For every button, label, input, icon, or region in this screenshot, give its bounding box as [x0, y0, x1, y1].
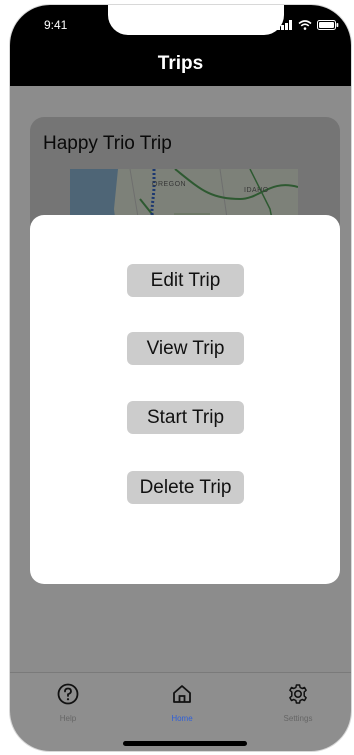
- tab-home[interactable]: Home: [152, 683, 212, 723]
- home-icon: [152, 683, 212, 710]
- start-trip-button[interactable]: Start Trip: [127, 401, 244, 434]
- tab-label-help: Help: [59, 714, 77, 723]
- page-title: Trips: [157, 53, 204, 74]
- view-trip-button[interactable]: View Trip: [127, 332, 244, 365]
- gear-icon: [268, 683, 328, 710]
- status-time: 9:41: [44, 18, 68, 32]
- trip-actions-modal: Edit Trip View Trip Start Trip Delete Tr…: [30, 215, 340, 584]
- battery-icon: [317, 17, 339, 35]
- tab-label-home: Home: [171, 714, 193, 723]
- tab-bar: Help Home Settings: [10, 672, 351, 751]
- delete-trip-button[interactable]: Delete Trip: [127, 471, 244, 504]
- tab-label-settings: Settings: [283, 714, 313, 723]
- help-icon: [38, 683, 98, 710]
- device-notch: [108, 5, 284, 35]
- signal-icon: [277, 17, 293, 35]
- home-indicator: [123, 741, 247, 746]
- nav-header: 9:41 Trips: [10, 5, 351, 86]
- tab-help[interactable]: Help: [38, 683, 98, 723]
- status-icons: [277, 17, 339, 35]
- tab-settings[interactable]: Settings: [268, 683, 328, 723]
- phone-screen: Happy Trio Trip OREGON IDAHO 9:41 Trips …: [10, 5, 351, 751]
- wifi-icon: [298, 17, 312, 35]
- edit-trip-button[interactable]: Edit Trip: [127, 264, 244, 297]
